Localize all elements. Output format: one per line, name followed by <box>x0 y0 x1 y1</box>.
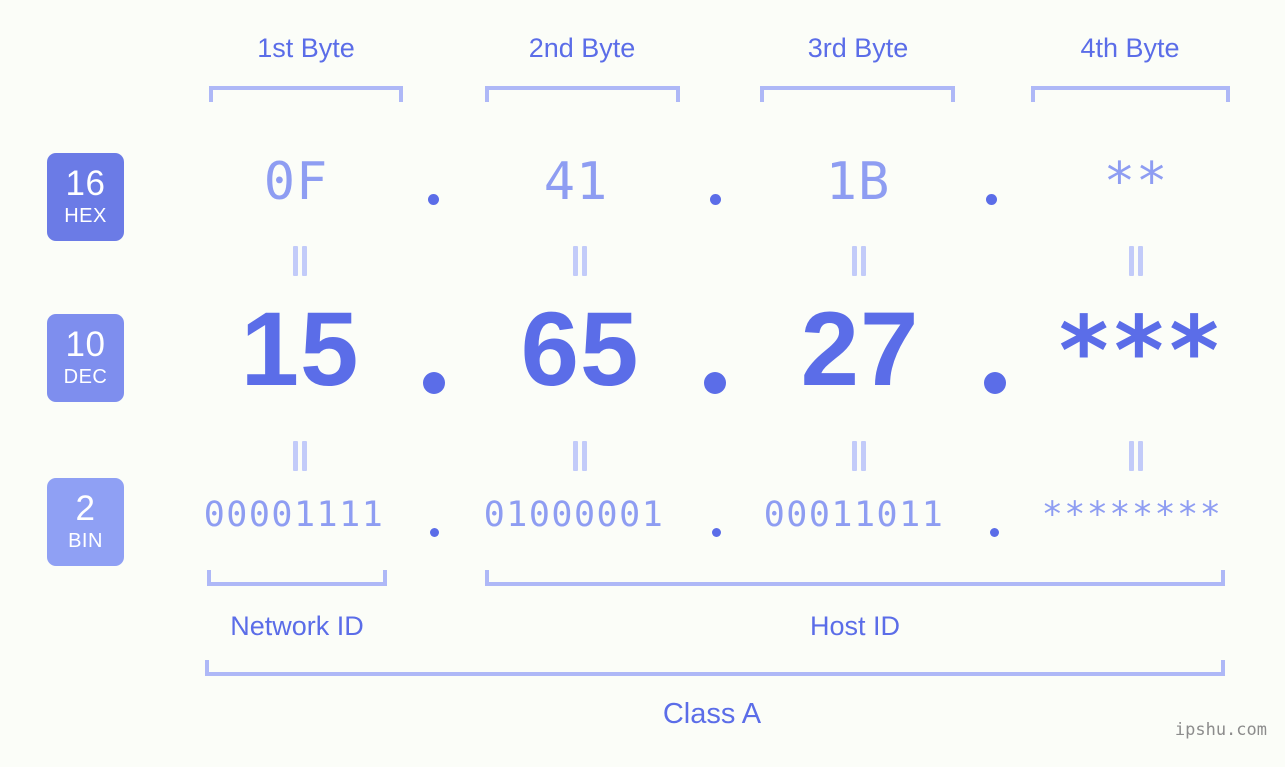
byte-bracket-2 <box>485 86 680 102</box>
class-label: Class A <box>662 698 762 730</box>
base-badge-hex: 16 HEX <box>47 153 124 241</box>
equality-mark-hex-dec-4 <box>1128 246 1144 276</box>
hex-byte-2: 41 <box>543 152 609 212</box>
bin-separator-dot-3 <box>990 528 999 537</box>
network-id-bracket <box>207 570 387 586</box>
dec-separator-dot-1 <box>423 372 445 394</box>
base-badge-dec: 10 DEC <box>47 314 124 402</box>
byte-header-label-1: 1st Byte <box>257 33 355 63</box>
hex-separator-dot-1 <box>428 194 439 205</box>
host-id-bracket <box>485 570 1225 586</box>
hex-byte-3: 1B <box>825 152 891 212</box>
dec-byte-1: 15 <box>240 291 360 408</box>
base-badge-hex-number: 16 <box>65 164 106 204</box>
equality-mark-dec-bin-2 <box>572 441 588 471</box>
bin-byte-1: 00001111 <box>203 495 385 535</box>
equality-mark-dec-bin-4 <box>1128 441 1144 471</box>
equality-mark-dec-bin-3 <box>851 441 867 471</box>
base-badge-dec-number: 10 <box>65 325 106 365</box>
byte-header-label-3: 3rd Byte <box>807 33 909 63</box>
dec-byte-3: 27 <box>800 291 920 408</box>
dec-byte-4: *** <box>1055 297 1223 407</box>
bin-separator-dot-2 <box>712 528 721 537</box>
equality-mark-hex-dec-2 <box>572 246 588 276</box>
bin-byte-2: 01000001 <box>483 495 665 535</box>
base-badge-hex-abbr: HEX <box>64 204 107 227</box>
base-badge-bin-number: 2 <box>75 489 96 529</box>
byte-header-label-2: 2nd Byte <box>528 33 636 63</box>
class-bracket <box>205 660 1225 676</box>
host-id-label: Host ID <box>809 611 901 641</box>
byte-bracket-4 <box>1031 86 1230 102</box>
equality-mark-hex-dec-3 <box>851 246 867 276</box>
equality-mark-hex-dec-1 <box>292 246 308 276</box>
base-badge-bin: 2 BIN <box>47 478 124 566</box>
dec-separator-dot-3 <box>984 372 1006 394</box>
site-watermark: ipshu.com <box>1174 720 1267 740</box>
hex-separator-dot-2 <box>710 194 721 205</box>
hex-byte-4: ** <box>1103 152 1169 212</box>
bin-byte-3: 00011011 <box>763 495 945 535</box>
equality-mark-dec-bin-1 <box>292 441 308 471</box>
dec-separator-dot-2 <box>704 372 726 394</box>
byte-bracket-1 <box>209 86 403 102</box>
byte-bracket-3 <box>760 86 955 102</box>
hex-byte-1: 0F <box>263 152 329 212</box>
bin-byte-4: ******** <box>1041 495 1223 535</box>
base-badge-dec-abbr: DEC <box>63 365 108 388</box>
base-badge-bin-abbr: BIN <box>68 529 103 552</box>
ip-byte-breakdown-diagram: 1st Byte 2nd Byte 3rd Byte 4th Byte 16 H… <box>0 0 1285 767</box>
dec-byte-2: 65 <box>520 291 640 408</box>
byte-header-label-4: 4th Byte <box>1080 33 1180 63</box>
network-id-label: Network ID <box>230 611 364 641</box>
hex-separator-dot-3 <box>986 194 997 205</box>
bin-separator-dot-1 <box>430 528 439 537</box>
